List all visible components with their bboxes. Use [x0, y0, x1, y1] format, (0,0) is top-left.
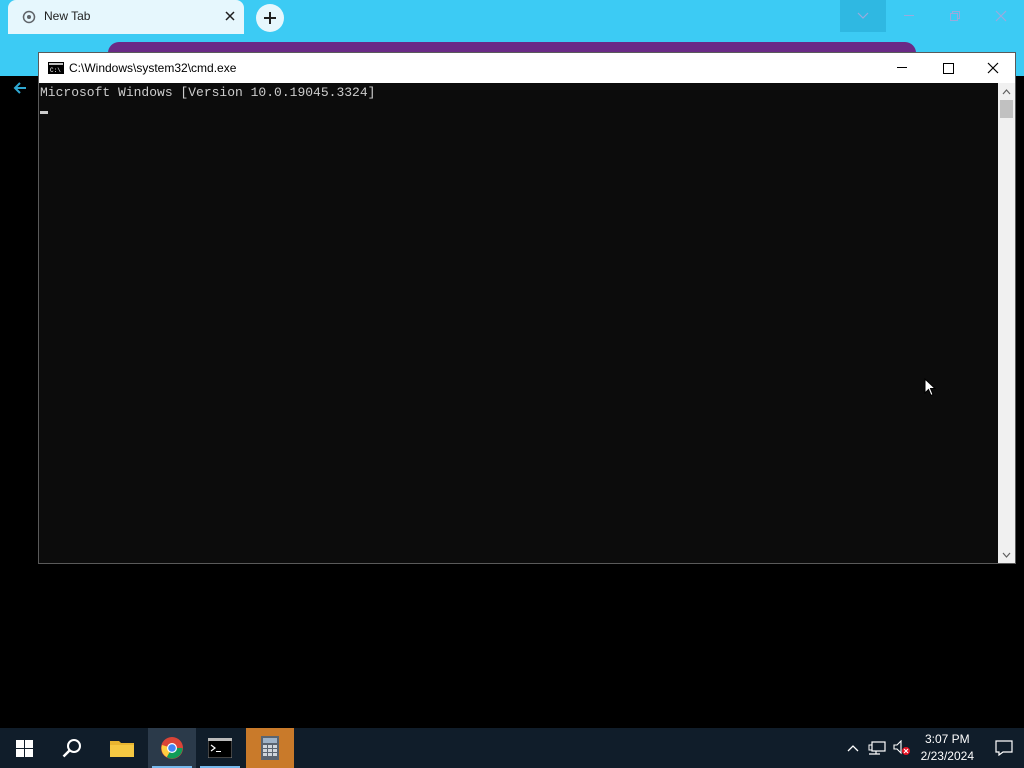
chevron-up-icon [1002, 88, 1011, 94]
taskbar-chrome[interactable] [148, 728, 196, 768]
cmd-title: C:\Windows\system32\cmd.exe [69, 61, 237, 75]
chrome-window-controls [840, 0, 1024, 32]
show-hidden-icons-button[interactable] [841, 728, 865, 768]
cmd-titlebar[interactable]: C:\ C:\Windows\system32\cmd.exe [39, 53, 1015, 83]
chevron-up-icon [847, 745, 859, 752]
plus-icon [264, 12, 276, 24]
scroll-up-button[interactable] [998, 83, 1015, 100]
new-tab-favicon-icon [22, 10, 36, 24]
chrome-minimize-button[interactable] [886, 0, 932, 32]
chevron-down-icon [857, 12, 869, 19]
search-button[interactable] [48, 728, 96, 768]
file-explorer-icon [110, 741, 134, 757]
chrome-icon [161, 737, 183, 759]
clock-date: 2/23/2024 [920, 749, 974, 763]
scroll-thumb[interactable] [1000, 100, 1013, 118]
chevron-down-icon [1002, 552, 1011, 558]
system-tray: 3:07 PM 2/23/2024 [841, 728, 1024, 768]
vertical-scrollbar[interactable] [998, 83, 1015, 563]
taskbar-calculator[interactable] [246, 728, 294, 768]
chrome-restore-button[interactable] [932, 0, 978, 32]
mouse-pointer-icon [924, 378, 936, 397]
volume-muted-icon [893, 740, 910, 755]
close-icon [987, 62, 999, 74]
tab-search-button[interactable] [840, 0, 886, 32]
cmd-window: C:\ C:\Windows\system32\cmd.exe Microsof… [38, 52, 1016, 564]
cmd-maximize-button[interactable] [925, 53, 971, 83]
taskbar-clock[interactable]: 3:07 PM 2/23/2024 [921, 731, 974, 765]
console-output[interactable]: Microsoft Windows [Version 10.0.19045.33… [39, 83, 999, 563]
console-line: Microsoft Windows [Version 10.0.19045.33… [40, 85, 376, 100]
minimize-icon [897, 67, 907, 68]
maximize-icon [942, 62, 954, 74]
notification-icon [995, 740, 1013, 756]
new-tab-button[interactable] [256, 4, 284, 32]
network-button[interactable] [865, 728, 889, 768]
cmd-minimize-button[interactable] [879, 53, 925, 83]
cmd-icon: C:\ [48, 62, 64, 74]
clock-time: 3:07 PM [924, 732, 970, 746]
taskbar-file-explorer[interactable] [98, 728, 146, 768]
chrome-tab-new-tab[interactable]: New Tab [8, 0, 244, 34]
start-button[interactable] [0, 728, 48, 768]
cmd-icon [208, 738, 232, 758]
volume-button[interactable] [889, 728, 915, 768]
text-cursor [40, 111, 48, 114]
windows-start-icon [15, 739, 33, 757]
minimize-icon [904, 15, 914, 16]
chrome-close-button[interactable] [978, 0, 1024, 32]
svg-text:C:\: C:\ [50, 67, 61, 74]
action-center-button[interactable] [984, 728, 1024, 768]
tab-title: New Tab [44, 9, 91, 23]
taskbar: 3:07 PM 2/23/2024 [0, 728, 1024, 768]
close-tab-icon[interactable] [222, 8, 238, 24]
search-icon [62, 739, 81, 758]
taskbar-cmd[interactable] [196, 728, 244, 768]
scroll-down-button[interactable] [998, 546, 1015, 563]
back-arrow-icon[interactable] [12, 80, 28, 96]
calculator-icon [261, 736, 279, 760]
restore-icon [950, 11, 960, 21]
network-icon [868, 741, 886, 755]
close-icon [995, 10, 1007, 22]
cmd-close-button[interactable] [970, 53, 1016, 83]
